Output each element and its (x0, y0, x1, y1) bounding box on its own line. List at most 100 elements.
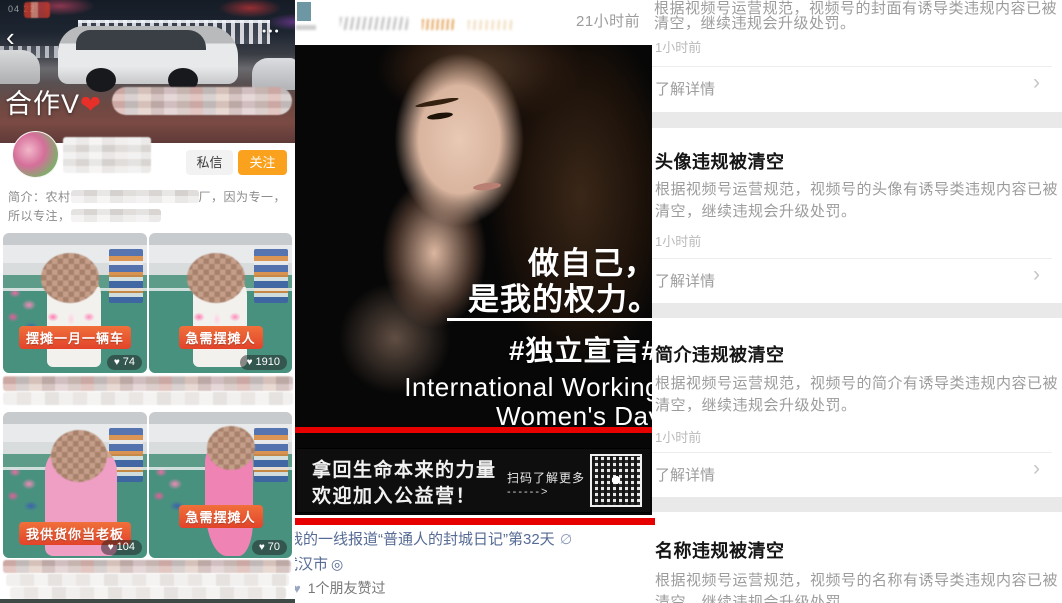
portrait-lips (473, 182, 502, 192)
heart-icon: ♥ (247, 357, 253, 368)
blurred-text-bar (10, 587, 286, 599)
notification-body: 根据视频号运营规范，视频号的名称有诱导类违规内容已被清空，继续违规会升级处罚。 (655, 570, 1059, 603)
like-count-badge: ♥1910 (240, 355, 287, 370)
video-thumbnail[interactable]: 急需摆摊人 ♥70 (149, 412, 292, 558)
blurred-text (296, 25, 316, 30)
section-separator (652, 112, 1062, 128)
location-pin-icon: ◎ (331, 556, 343, 572)
direct-message-button[interactable]: 私信 (186, 150, 233, 175)
notification-body: 根据视频号运营规范，视频号的头像有诱导类违规内容已被清空，继续违规会升级处罚。 (655, 179, 1059, 223)
details-link[interactable]: 了解详情 (655, 270, 715, 291)
poster-english-line: International Working (404, 372, 652, 403)
portrait-eye (427, 111, 454, 121)
promo-banner: 拿回生命本来的力量 欢迎加入公益营！ 扫码了解更多 ------> (297, 448, 650, 513)
video-caption: 摆摊一月一辆车 (19, 326, 131, 349)
details-link[interactable]: 了解详情 (655, 464, 715, 485)
blurred-tag (468, 20, 512, 30)
notification-body: 根据视频号运营规范，视频号的简介有诱导类违规内容已被清空，继续违规会升级处罚。 (655, 373, 1059, 417)
banner-text: 拿回生命本来的力量 (312, 455, 497, 482)
video-caption: 急需摆摊人 (178, 505, 262, 528)
cover-car (252, 58, 295, 90)
chevron-right-icon: › (1033, 71, 1040, 95)
bio-line: 简介：农村厂，因为专一， (8, 188, 286, 205)
notification-item[interactable]: 简介违规被清空 根据视频号运营规范，视频号的简介有诱导类违规内容已被清空，继续违… (652, 318, 1062, 497)
notification-body-line: 清空，继续违规会升级处罚。 (654, 12, 856, 33)
likes-row[interactable]: ♥1个朋友赞过 (293, 578, 386, 598)
blurred-nickname (340, 17, 408, 30)
section-separator (652, 303, 1062, 318)
notification-timestamp-overlap: 21小时前 (576, 10, 640, 31)
divider (652, 452, 1052, 453)
more-options-button[interactable]: ●●● (262, 28, 281, 35)
portrait-eyebrow (415, 96, 459, 109)
blurred-username (63, 137, 151, 173)
like-count-badge: ♥74 (107, 355, 142, 370)
notifications-panel: 根据视频号运营规范，视频号的封面有诱导类违规内容已被 清空，继续违规会升级处罚。… (652, 0, 1062, 603)
poster-hashtag: #独立宣言# (509, 329, 652, 369)
heart-icon: ♥ (114, 357, 120, 368)
video-caption: 急需摆摊人 (178, 326, 262, 349)
divider (652, 66, 1052, 67)
like-count-badge: ♥104 (101, 540, 142, 555)
red-divider-line (295, 518, 655, 525)
notification-title: 简介违规被清空 (655, 341, 785, 367)
qr-label: 扫码了解更多 (507, 469, 585, 486)
heart-icon: ♥ (259, 542, 265, 553)
cover-car (0, 50, 40, 84)
factory-shelf (254, 249, 288, 303)
profile-title: 合作V❤ (5, 82, 102, 121)
post-caption-link[interactable]: 我的一线报道“普通人的封城日记”第32天∅ (288, 528, 572, 549)
pixelated-face (51, 430, 107, 482)
red-divider-line (295, 427, 652, 433)
banner-text: 欢迎加入公益营！ (312, 481, 476, 508)
factory-shelf (109, 249, 143, 303)
chevron-right-icon: › (1033, 457, 1040, 481)
dashed-arrow: ------> (507, 486, 549, 498)
blurred-bio-text (71, 209, 161, 222)
profile-panel: 04 22 ‹ ●●● 合作V❤ 私信 关注 简介：农村厂，因为专一， 所以专注… (0, 0, 295, 603)
chevron-right-icon: › (1033, 263, 1040, 287)
notification-timestamp: 1小时前 (655, 231, 701, 250)
bio-line: 所以专注， (8, 207, 161, 224)
link-icon: ∅ (558, 530, 573, 549)
pixelated-face (187, 253, 245, 303)
blurred-text-bar (6, 574, 289, 586)
blurred-text-bar (3, 392, 293, 405)
avatar[interactable] (297, 2, 311, 21)
divider (652, 258, 1052, 259)
follow-button[interactable]: 关注 (238, 150, 287, 175)
blurred-text-bar (3, 560, 291, 573)
notification-timestamp: 1小时前 (655, 37, 701, 56)
back-button[interactable]: ‹ (6, 24, 15, 50)
video-thumbnail[interactable]: 我供货你当老板 ♥104 (3, 412, 147, 558)
moments-post-footer: 我的一线报道“普通人的封城日记”第32天∅ 武汉市◎ ♥1个朋友赞过 (295, 515, 652, 603)
cover-suv-car (58, 26, 238, 84)
notification-title: 头像违规被清空 (655, 148, 785, 174)
post-image-woman-portrait[interactable]: 做自己， 是我的权力。 #独立宣言# International Working… (295, 45, 652, 518)
video-thumbnail[interactable]: 急需摆摊人 ♥1910 (149, 233, 292, 373)
heart-icon: ♥ (108, 542, 114, 553)
pixelated-face (207, 426, 255, 470)
factory-shelf (254, 428, 288, 482)
details-link[interactable]: 了解详情 (655, 78, 715, 99)
screenshot-composite: 根据视频号运营规范，视频号的封面有诱导类违规内容已被 清空，继续违规会升级处罚。… (0, 0, 1062, 603)
next-row-peek (0, 599, 295, 603)
heart-emoji: ❤ (80, 91, 102, 119)
pixelated-face (41, 253, 99, 303)
notification-item[interactable]: 名称违规被清空 根据视频号运营规范，视频号的名称有诱导类违规内容已被清空，继续违… (652, 512, 1062, 603)
poster-underline (447, 318, 652, 321)
blurred-bio-text (71, 190, 199, 203)
notification-item[interactable]: 头像违规被清空 根据视频号运营规范，视频号的头像有诱导类违规内容已被清空，继续违… (652, 128, 1062, 303)
notification-title: 名称违规被清空 (655, 537, 785, 563)
blurred-tag (422, 19, 456, 30)
blurred-text-bar (3, 376, 293, 391)
poster-text: 是我的权力。 (468, 274, 652, 319)
cover-photo-night-street: 04 22 (0, 0, 295, 143)
blurred-wechat-id (112, 87, 292, 115)
profile-avatar[interactable] (12, 131, 59, 178)
section-separator (652, 497, 1062, 512)
blurred-sticker (24, 2, 50, 18)
video-thumbnail[interactable]: 摆摊一月一辆车 ♥74 (3, 233, 147, 373)
qr-code (590, 454, 642, 507)
like-count-badge: ♥70 (252, 540, 287, 555)
